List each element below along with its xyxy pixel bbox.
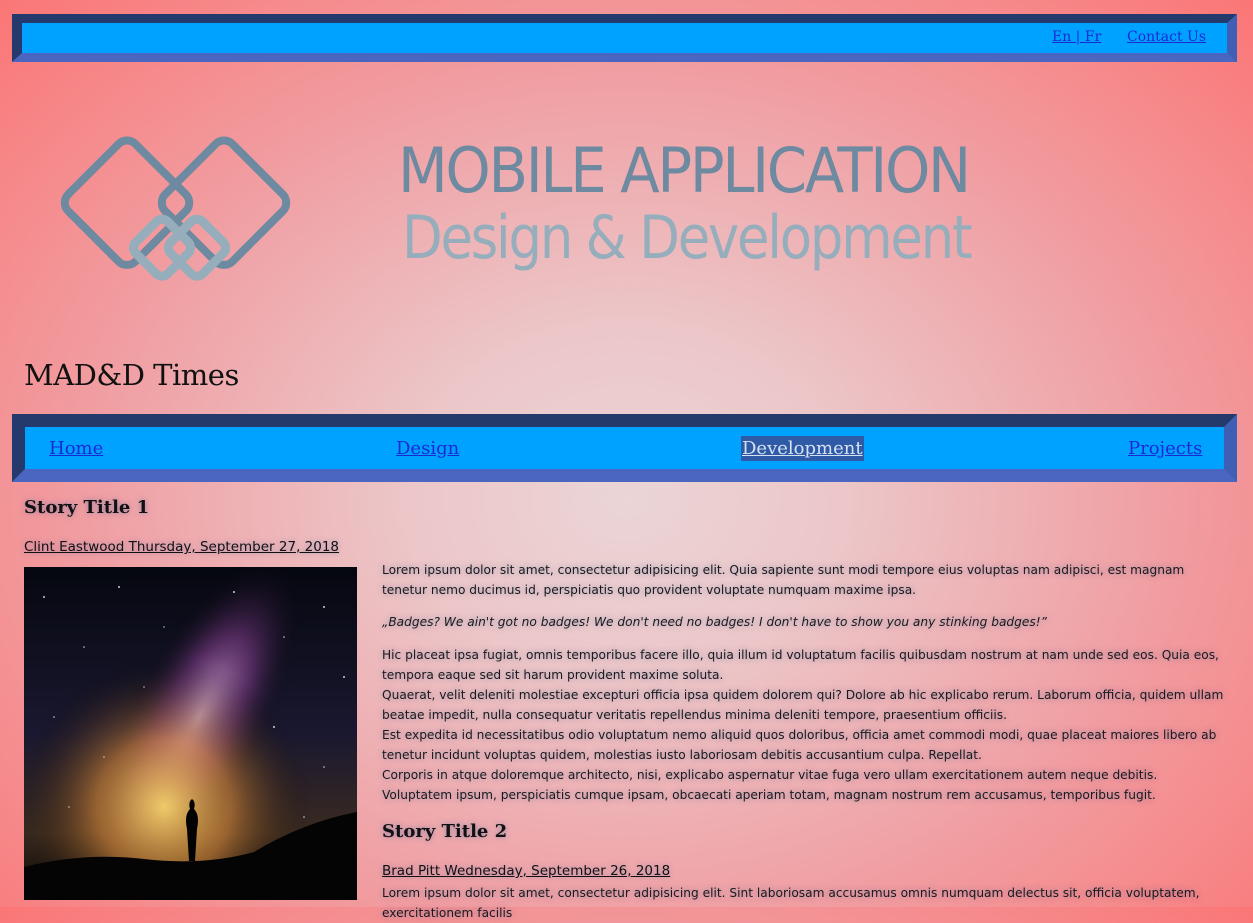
nav-item-development[interactable]: Development (741, 436, 864, 461)
story-title: Story Title 1 (24, 497, 150, 518)
story-title: Story Title 2 (382, 821, 508, 842)
story-paragraph: Quaerat, velit deleniti molestiae except… (382, 688, 1224, 722)
milky-way-stargazer-photo-icon (24, 567, 357, 900)
story-paragraph: Corporis in atque doloremque architecto,… (382, 768, 1158, 802)
brand-subtitle: Design & Development (402, 203, 973, 273)
story-byline-link[interactable]: Brad Pitt Wednesday, September 26, 2018 (382, 863, 670, 879)
story-intro-paragraph: Lorem ipsum dolor sit amet, consectetur … (382, 563, 1185, 597)
main-nav: Home Design Development Projects (12, 414, 1237, 482)
story-intro-paragraph: Lorem ipsum dolor sit amet, consectetur … (382, 886, 1200, 920)
story-body: Lorem ipsum dolor sit amet, consectetur … (382, 560, 1224, 805)
nav-item-projects[interactable]: Projects (1128, 436, 1202, 461)
story-paragraph: Hic placeat ipsa fugiat, omnis temporibu… (382, 648, 1219, 682)
contact-us-link[interactable]: Contact Us (1127, 29, 1206, 45)
top-bar: En | Fr Contact Us (12, 14, 1237, 62)
nav-item-home[interactable]: Home (49, 436, 103, 461)
story-paragraph: Est expedita id necessitatibus odio volu… (382, 728, 1217, 762)
interlocking-diamonds-logo-icon (60, 136, 291, 281)
story-quote: „Badges? We ain't got no badges! We don'… (382, 615, 1047, 629)
language-switch-link[interactable]: En | Fr (1052, 29, 1101, 45)
site-name-heading: MAD&D Times (24, 358, 239, 392)
nav-item-design[interactable]: Design (396, 436, 459, 461)
brand-title: MOBILE APPLICATION (398, 134, 971, 207)
story-photo (24, 567, 357, 900)
story-byline-link[interactable]: Clint Eastwood Thursday, September 27, 2… (24, 539, 339, 555)
story-body: Lorem ipsum dolor sit amet, consectetur … (382, 883, 1224, 923)
